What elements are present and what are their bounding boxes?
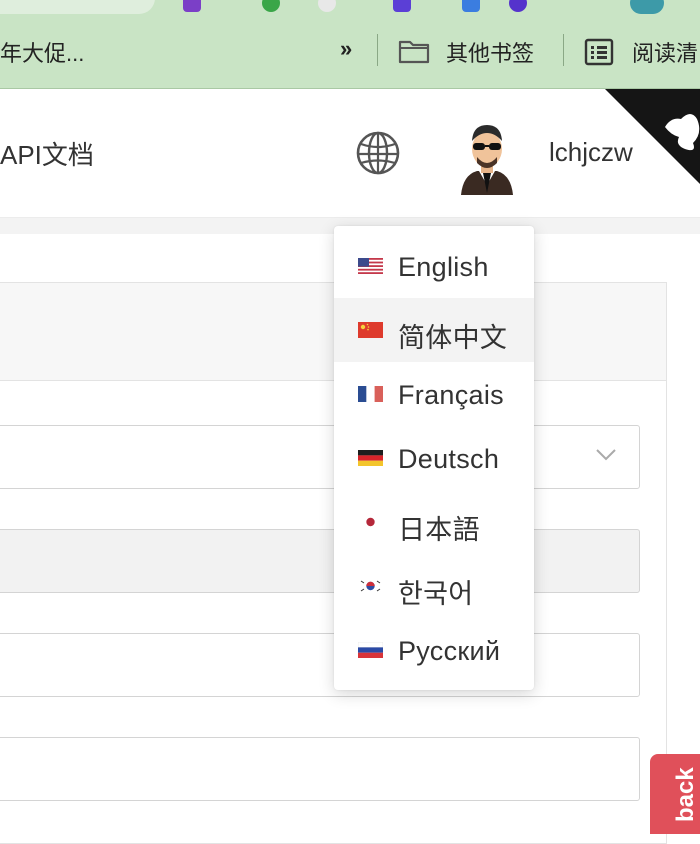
folder-icon — [398, 40, 430, 64]
disabled-input-field — [0, 529, 640, 593]
text-input-field[interactable] — [0, 737, 640, 801]
language-option-chinese[interactable]: 简体中文 — [334, 298, 534, 362]
bookmark-item[interactable]: 年大促... — [0, 36, 84, 68]
text-input-field[interactable] — [0, 633, 640, 697]
language-label: 简体中文 — [398, 323, 508, 353]
language-label: Русский — [398, 636, 501, 666]
cn-flag-icon — [358, 322, 383, 338]
fr-flag-icon — [358, 386, 383, 402]
de-flag-icon — [358, 450, 383, 466]
language-label: Français — [398, 380, 504, 410]
tab-favicon[interactable] — [318, 0, 336, 12]
language-option-japanese[interactable]: 日本語 — [334, 490, 534, 554]
other-bookmarks-folder[interactable]: 其他书签 — [446, 36, 534, 68]
language-option-russian[interactable]: Русский — [334, 618, 534, 682]
bookmarks-bar: 年大促... » 其他书签 阅读清 — [0, 14, 700, 89]
feedback-label: back — [672, 767, 699, 822]
jp-flag-icon — [358, 514, 383, 530]
chevron-down-icon — [596, 449, 616, 461]
tab-favicon[interactable] — [262, 0, 280, 12]
tab-favicon[interactable] — [509, 0, 527, 12]
tab-favicon[interactable] — [393, 0, 411, 12]
nav-api-docs[interactable]: API文档 — [0, 135, 94, 172]
active-tab[interactable] — [0, 0, 155, 14]
language-label: 日本語 — [398, 515, 480, 545]
page-header: API文档 lchjczw — [0, 89, 700, 218]
reading-list-icon — [584, 38, 614, 66]
bookmarks-overflow-button[interactable]: » — [340, 36, 352, 62]
avatar[interactable] — [455, 119, 519, 195]
browser-tab-strip — [0, 0, 700, 14]
language-option-french[interactable]: Français — [334, 362, 534, 426]
kr-flag-icon — [358, 578, 383, 594]
language-option-english[interactable]: English — [334, 234, 534, 298]
feedback-button[interactable]: back — [650, 754, 700, 834]
divider — [377, 34, 378, 66]
language-label: English — [398, 252, 489, 282]
ru-flag-icon — [358, 642, 383, 658]
select-field[interactable] — [0, 425, 640, 489]
language-option-german[interactable]: Deutsch — [334, 426, 534, 490]
tab-favicon[interactable] — [183, 0, 201, 12]
globe-icon[interactable] — [355, 130, 401, 176]
card-header — [0, 283, 666, 381]
reading-list-button[interactable]: 阅读清 — [632, 36, 698, 68]
language-label: Deutsch — [398, 444, 500, 474]
tab-favicon[interactable] — [462, 0, 480, 12]
github-corner-icon[interactable] — [605, 89, 700, 184]
language-option-korean[interactable]: 한국어 — [334, 554, 534, 618]
language-label: 한국어 — [398, 579, 474, 609]
us-flag-icon — [358, 258, 383, 274]
language-dropdown: English 简体中文 Français Deutsch 日本語 한국어 Ру… — [334, 226, 534, 690]
divider — [563, 34, 564, 66]
profile-icon[interactable] — [630, 0, 664, 14]
